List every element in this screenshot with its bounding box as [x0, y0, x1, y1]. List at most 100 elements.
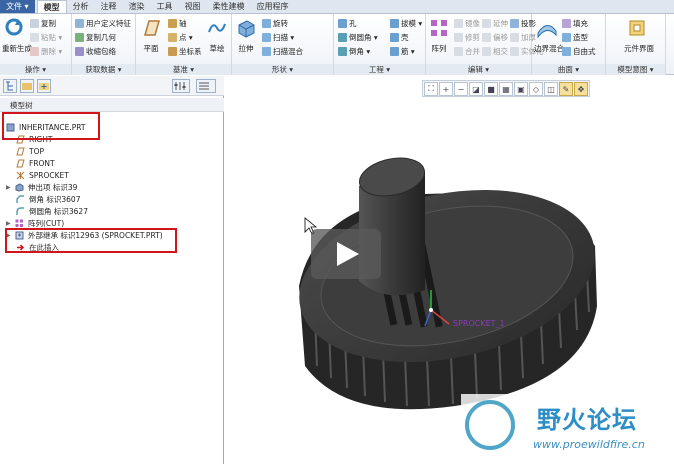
group-label-operations[interactable]: 操作 ▾: [0, 64, 71, 75]
list-icon: [199, 82, 209, 90]
pattern-icon: [15, 219, 23, 227]
chamfer-button[interactable]: 倒角 ▾: [338, 46, 370, 57]
tree-node-insert-here[interactable]: 在此插入: [16, 241, 59, 253]
tab-applications[interactable]: 应用程序: [251, 0, 295, 13]
paste-button[interactable]: 粘贴 ▾: [30, 32, 62, 43]
tree-node-external-inheritance[interactable]: ▶ 外部继承 标识12963 (SPROCKET.PRT): [6, 229, 163, 241]
tree-node-round[interactable]: 倒圆角 标识3627: [16, 205, 88, 217]
group-label-engineering[interactable]: 工程 ▾: [334, 64, 425, 75]
paste-icon: [30, 33, 39, 42]
tree-node-right[interactable]: RIGHT: [16, 133, 52, 145]
tab-annotate[interactable]: 注释: [95, 0, 123, 13]
fill-button[interactable]: 填充: [562, 18, 588, 29]
tab-model[interactable]: 模型: [36, 0, 67, 13]
point-icon: [168, 33, 177, 42]
expand-icon[interactable]: ▶: [6, 232, 12, 239]
style-button[interactable]: 造型: [562, 32, 588, 43]
favorites-tab[interactable]: [37, 79, 51, 93]
chamfer-icon: [338, 47, 347, 56]
tab-analysis[interactable]: 分析: [67, 0, 95, 13]
shell-button[interactable]: 壳: [390, 32, 409, 43]
rib-icon: [390, 47, 399, 56]
udf-button[interactable]: 用户定义特征: [75, 18, 131, 29]
copy-geometry-button[interactable]: 复制几何: [75, 32, 116, 43]
model-tree-header: 模型树: [0, 98, 224, 112]
style-icon: [562, 33, 571, 42]
trim-icon: [454, 33, 463, 42]
tree-node-chamfer[interactable]: 倒角 标识3607: [16, 193, 80, 205]
tree-node-root[interactable]: INHERITANCE.PRT: [6, 121, 86, 133]
layer-tree-tab[interactable]: [20, 79, 34, 93]
revolve-button[interactable]: 旋转: [262, 18, 288, 29]
draft-button[interactable]: 拔模 ▾: [390, 18, 422, 29]
group-label-datum[interactable]: 基准 ▾: [136, 64, 231, 75]
tree-node-top[interactable]: TOP: [16, 145, 44, 157]
group-edit: 阵列 镜像 修剪 合并 延伸 偏移 相交 投影 加厚 实体化 编辑 ▾: [426, 14, 544, 75]
model-tree-tab[interactable]: [3, 79, 17, 93]
component-interface-button[interactable]: 元件界面: [624, 17, 654, 54]
insert-here-icon: [17, 243, 25, 251]
pattern-button[interactable]: 阵列: [428, 17, 450, 54]
component-interface-icon: [629, 20, 645, 36]
tree-node-front[interactable]: FRONT: [16, 157, 55, 169]
csys-button[interactable]: 坐标系: [168, 46, 202, 57]
boundary-blend-button[interactable]: 边界混合: [534, 17, 564, 54]
video-play-button[interactable]: [311, 229, 381, 279]
datum-plane-icon: [16, 147, 25, 155]
expand-icon[interactable]: ▶: [6, 184, 12, 191]
round-button[interactable]: 倒圆角 ▾: [338, 32, 378, 43]
regenerate-button[interactable]: 重新生成: [2, 17, 32, 54]
freestyle-button[interactable]: 自由式: [562, 46, 596, 57]
extrude-button[interactable]: 拉伸: [235, 17, 257, 54]
ribbon: 重新生成 复制 粘贴 ▾ 删除 ▾ 操作 ▾ 用户定义特征 复制几何 收缩包络 …: [0, 14, 674, 75]
fill-icon: [562, 19, 571, 28]
tree-columns-button[interactable]: [196, 79, 216, 93]
ribbon-tab-bar: 文件 ▾ 模型 分析 注释 渲染 工具 视图 柔性建模 应用程序: [0, 0, 674, 14]
shrinkwrap-button[interactable]: 收缩包络: [75, 46, 116, 57]
sweep-icon: [262, 33, 271, 42]
tab-file[interactable]: 文件 ▾: [0, 0, 35, 13]
group-label-model-intent[interactable]: 模型意图 ▾: [606, 64, 665, 75]
extend-button[interactable]: 延伸: [482, 18, 508, 29]
hole-button[interactable]: 孔: [338, 18, 357, 29]
tab-view[interactable]: 视图: [179, 0, 207, 13]
trim-button[interactable]: 修剪: [454, 32, 480, 43]
offset-button[interactable]: 偏移: [482, 32, 508, 43]
swept-blend-button[interactable]: 扫描混合: [262, 46, 303, 57]
group-label-get-data[interactable]: 获取数据 ▾: [72, 64, 135, 75]
tree-node-pattern[interactable]: ▶ 阵列(CUT): [6, 217, 64, 229]
mirror-button[interactable]: 镜像: [454, 18, 480, 29]
plane-button[interactable]: 平面: [140, 17, 162, 54]
regenerate-icon: [5, 18, 23, 36]
sweep-button[interactable]: 扫描 ▾: [262, 32, 294, 43]
expand-icon[interactable]: ▶: [6, 220, 12, 227]
point-button[interactable]: 点 ▾: [168, 32, 193, 43]
tab-render[interactable]: 渲染: [123, 0, 151, 13]
merge-button[interactable]: 合并: [454, 46, 480, 57]
group-label-edit[interactable]: 编辑 ▾: [426, 64, 531, 75]
copy-geometry-icon: [75, 33, 84, 42]
shrinkwrap-icon: [75, 47, 84, 56]
tab-flexible-modeling[interactable]: 柔性建模: [207, 0, 251, 13]
rib-button[interactable]: 筋 ▾: [390, 46, 415, 57]
sketch-button[interactable]: 草绘: [206, 17, 228, 54]
tab-tools[interactable]: 工具: [151, 0, 179, 13]
inheritance-icon: [15, 231, 24, 239]
axis-button[interactable]: 轴: [168, 18, 187, 29]
csys-icon: [168, 47, 177, 56]
delete-button[interactable]: 删除 ▾: [30, 46, 62, 57]
group-model-intent: 元件界面 模型意图 ▾: [606, 14, 666, 75]
boundary-blend-icon: [537, 25, 557, 39]
group-label-surface[interactable]: 曲面 ▾: [532, 64, 605, 75]
offset-icon: [482, 33, 491, 42]
round-icon: [338, 33, 347, 42]
solidify-icon: [510, 47, 519, 56]
group-label-shapes[interactable]: 形状 ▾: [232, 64, 333, 75]
tree-node-sprocket-csys[interactable]: SPROCKET: [16, 169, 69, 181]
intersect-button[interactable]: 相交: [482, 46, 508, 57]
copy-button[interactable]: 复制: [30, 18, 56, 29]
graphics-window[interactable]: ⛶ + − ◪ ■ ▦ ▣ ◇ ◫ ✎ ✥ SPROCKET_1 野火论坛 ww…: [225, 76, 674, 464]
group-operations: 重新生成 复制 粘贴 ▾ 删除 ▾ 操作 ▾: [0, 14, 72, 75]
tree-node-protrusion[interactable]: ▶ 伸出项 标识39: [6, 181, 77, 193]
tree-settings-button[interactable]: [172, 79, 190, 93]
